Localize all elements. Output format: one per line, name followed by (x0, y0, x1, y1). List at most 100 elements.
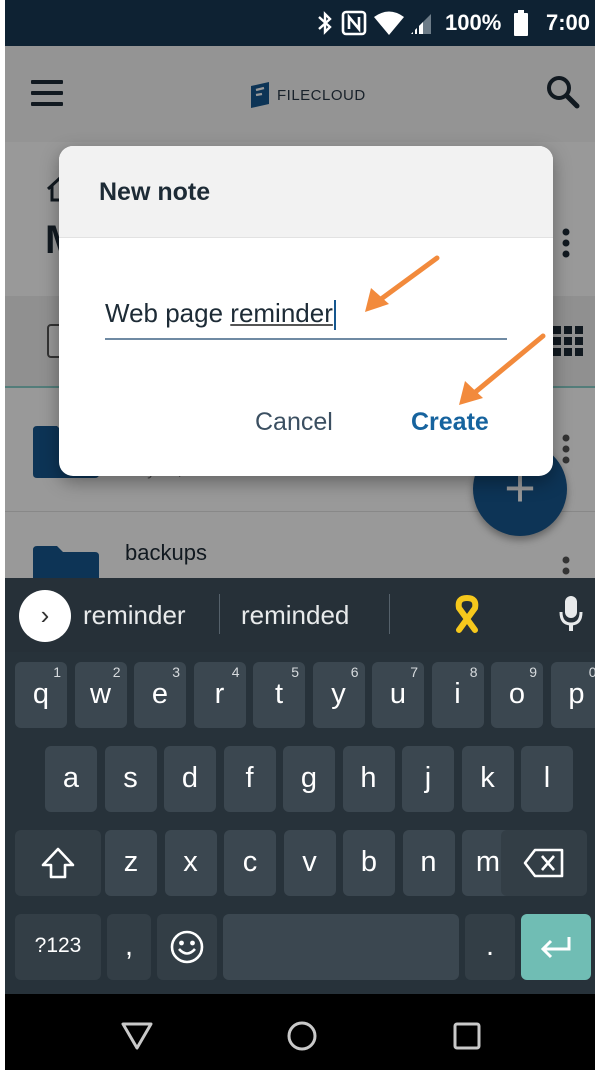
key-v[interactable]: v (283, 830, 336, 896)
key-label: q (32, 678, 50, 710)
suggestion-item[interactable]: reminded (241, 600, 349, 631)
key-label: p (568, 678, 585, 710)
nfc-icon (341, 10, 367, 36)
backspace-icon (523, 848, 564, 878)
create-button[interactable]: Create (411, 408, 489, 437)
key-r[interactable]: r4 (193, 662, 246, 728)
recents-icon[interactable] (453, 1022, 481, 1050)
home-icon[interactable] (286, 1020, 318, 1052)
text-caret (333, 300, 336, 331)
key-label: b (360, 846, 378, 878)
key-hint: 2 (112, 664, 121, 680)
key-hint: 7 (410, 664, 418, 680)
key-q[interactable]: q1 (15, 662, 67, 728)
key-hint: 1 (53, 664, 61, 680)
key-label: d (181, 762, 199, 794)
suggestion-strip: › reminder reminded (5, 578, 595, 652)
key-hint: 6 (350, 664, 359, 680)
key-i[interactable]: i8 (431, 662, 484, 728)
key-label: e (151, 678, 169, 710)
enter-arrow-icon (540, 937, 571, 959)
phone-screen: 100% 7:00 FILECLOUD M (5, 0, 595, 1070)
chevron-right-icon[interactable]: › (19, 590, 71, 642)
key-hint: 4 (231, 664, 240, 680)
suggestion-divider (389, 594, 390, 634)
key-label: y (331, 678, 346, 710)
key-a[interactable]: a (45, 746, 97, 812)
key-label: r (214, 678, 225, 710)
key-label: w (90, 678, 111, 710)
shift-key[interactable] (15, 830, 101, 896)
emoji-icon (170, 930, 204, 964)
key-f[interactable]: f (223, 746, 276, 812)
key-label: s (123, 762, 138, 794)
key-y[interactable]: y6 (312, 662, 365, 728)
key-label: z (123, 846, 139, 878)
key-label: v (302, 846, 317, 878)
key-e[interactable]: e3 (134, 662, 186, 728)
key-g[interactable]: g (283, 746, 335, 812)
backspace-key[interactable] (501, 830, 587, 896)
key-label: f (245, 762, 254, 794)
shift-icon (41, 847, 75, 879)
emoji-key[interactable] (157, 914, 217, 980)
awareness-ribbon-icon[interactable] (449, 594, 485, 634)
key-hint: 9 (529, 664, 537, 680)
dialog-title: New note (99, 178, 211, 206)
key-b[interactable]: b (343, 830, 395, 896)
key-hint: 5 (291, 664, 299, 680)
key-hint: 8 (469, 664, 478, 680)
status-bar: 100% 7:00 (5, 0, 595, 46)
key-label: c (242, 846, 258, 878)
key-u[interactable]: u7 (372, 662, 424, 728)
signal-icon (411, 14, 431, 34)
microphone-icon[interactable] (559, 596, 583, 632)
key-label: n (420, 846, 437, 878)
new-note-dialog: New note Web page reminder Cancel Create (59, 146, 553, 476)
key-j[interactable]: j (402, 746, 454, 812)
key-label: t (274, 678, 284, 710)
key-t[interactable]: t5 (253, 662, 305, 728)
battery-percent: 100% (445, 10, 502, 35)
key-label: k (480, 762, 495, 794)
comma-key[interactable]: , (107, 914, 151, 980)
suggestion-divider (219, 594, 220, 634)
back-icon[interactable] (121, 1022, 153, 1050)
key-label: x (183, 846, 198, 878)
key-d[interactable]: d (164, 746, 216, 812)
key-label: l (543, 762, 551, 794)
key-z[interactable]: z (105, 830, 157, 896)
enter-key[interactable] (521, 914, 591, 980)
suggestion-item[interactable]: reminder (83, 600, 186, 631)
key-n[interactable]: n (402, 830, 455, 896)
battery-icon (514, 10, 528, 36)
key-x[interactable]: x (164, 830, 217, 896)
cancel-button[interactable]: Cancel (255, 408, 333, 437)
key-label: a (62, 762, 80, 794)
key-hint: 0 (588, 664, 595, 680)
key-label: o (508, 678, 526, 710)
key-label: h (360, 762, 377, 794)
key-label: u (389, 678, 407, 710)
key-p[interactable]: p0 (550, 662, 595, 728)
key-w[interactable]: w2 (74, 662, 127, 728)
key-label: m (475, 846, 501, 878)
key-h[interactable]: h (342, 746, 395, 812)
key-c[interactable]: c (224, 830, 276, 896)
key-hint: 3 (172, 664, 180, 680)
key-label: j (424, 762, 432, 794)
soft-keyboard: › reminder reminded q1w2e3r4t5y6u7i8o9p0… (5, 578, 595, 994)
key-label: i (454, 678, 461, 710)
note-name-value: Web page reminder (105, 298, 336, 331)
space-key[interactable] (223, 914, 459, 980)
key-l[interactable]: l (521, 746, 573, 812)
key-o[interactable]: o9 (491, 662, 543, 728)
note-name-prefix: Web page (105, 298, 231, 328)
note-name-suggested: reminder (230, 298, 333, 328)
symbols-key[interactable]: ?123 (15, 914, 101, 980)
system-nav-bar (5, 994, 595, 1070)
key-s[interactable]: s (104, 746, 157, 812)
key-k[interactable]: k (461, 746, 514, 812)
dialog-header: New note (59, 146, 553, 238)
period-key[interactable]: . (465, 914, 515, 980)
